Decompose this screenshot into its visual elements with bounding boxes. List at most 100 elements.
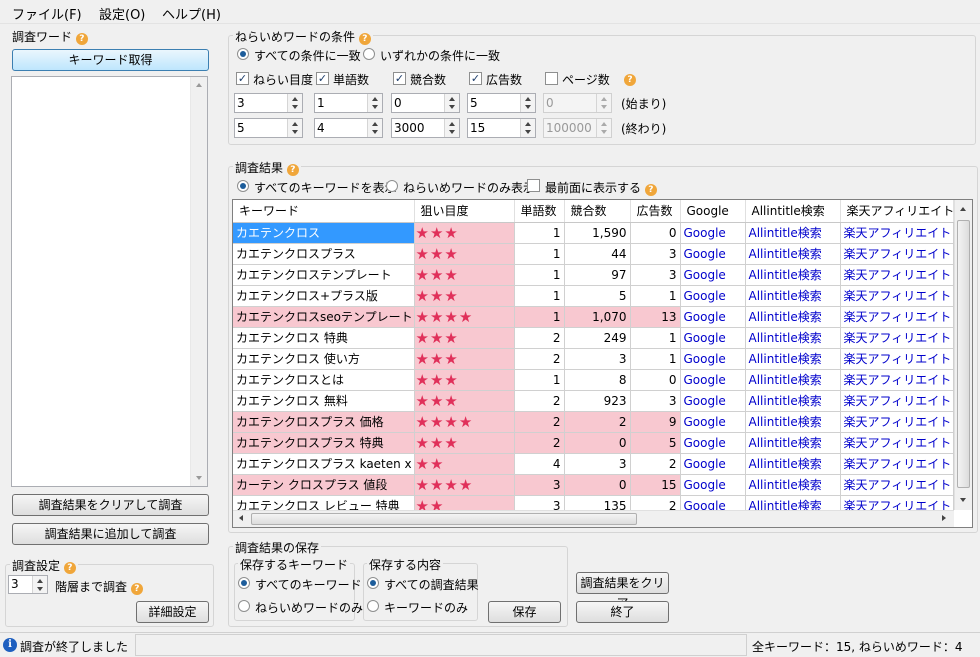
rakuten-link[interactable]: 楽天アフィリエイト xyxy=(840,411,954,433)
save-all-results-radio[interactable] xyxy=(367,577,379,589)
search-words-list[interactable] xyxy=(11,76,208,487)
ads-checkbox[interactable]: ✓ xyxy=(469,72,482,85)
rakuten-link[interactable]: 楽天アフィリエイト xyxy=(840,453,954,475)
allintitle-link[interactable]: Allintitle検索 xyxy=(745,369,841,391)
show-all-radio[interactable] xyxy=(237,180,249,192)
google-link[interactable]: Google xyxy=(680,369,746,391)
save-button[interactable]: 保存 xyxy=(488,601,561,623)
table-row[interactable]: カエテンクロステンプレート ★★★ 1 97 3 Google Allintitle検索 楽天… xyxy=(233,264,954,286)
topmost-checkbox[interactable] xyxy=(527,179,540,192)
rakuten-link[interactable]: 楽天アフィリエイト xyxy=(840,369,954,391)
allintitle-link[interactable]: Allintitle検索 xyxy=(745,390,841,412)
show-target-radio[interactable] xyxy=(386,180,398,192)
detail-settings-button[interactable]: 詳細設定 xyxy=(136,601,209,623)
rakuten-link[interactable]: 楽天アフィリエイト xyxy=(840,285,954,307)
scroll-up-icon[interactable] xyxy=(196,83,202,87)
table-row[interactable]: カエテンクロスとは ★★★ 1 8 0 Google Allintitle検索 楽天アフィリエ… xyxy=(233,369,954,391)
col-ads[interactable]: 広告数 xyxy=(630,200,681,223)
rakuten-link[interactable]: 楽天アフィリエイト xyxy=(840,327,954,349)
menu-file[interactable]: ファイル(F) xyxy=(12,4,82,23)
competitor-start-stepper[interactable]: 0 xyxy=(391,93,460,113)
table-row[interactable]: カエテンクロス 無料 ★★★ 2 923 3 Google Allintitle検索 楽天アフ… xyxy=(233,390,954,412)
exit-button[interactable]: 終了 xyxy=(576,601,669,623)
col-words[interactable]: 単語数 xyxy=(514,200,565,223)
add-and-search-button[interactable]: 調査結果に追加して調査 xyxy=(12,523,209,545)
match-any-radio[interactable] xyxy=(363,48,375,60)
col-keyword[interactable]: キーワード xyxy=(233,200,415,223)
google-link[interactable]: Google xyxy=(680,453,746,475)
google-link[interactable]: Google xyxy=(680,390,746,412)
table-vertical-scrollbar[interactable] xyxy=(954,200,972,510)
allintitle-link[interactable]: Allintitle検索 xyxy=(745,285,841,307)
table-row[interactable]: カエテンクロス 使い方 ★★★ 2 3 1 Google Allintitle検索 楽天アフィ… xyxy=(233,348,954,370)
allintitle-link[interactable]: Allintitle検索 xyxy=(745,432,841,454)
save-target-keywords-radio[interactable] xyxy=(238,600,250,612)
match-all-radio[interactable] xyxy=(237,48,249,60)
allintitle-link[interactable]: Allintitle検索 xyxy=(745,474,841,496)
aim-degree-checkbox[interactable]: ✓ xyxy=(236,72,249,85)
vertical-scroll-thumb[interactable] xyxy=(957,220,970,488)
allintitle-link[interactable]: Allintitle検索 xyxy=(745,327,841,349)
allintitle-link[interactable]: Allintitle検索 xyxy=(745,348,841,370)
rakuten-link[interactable]: 楽天アフィリエイト xyxy=(840,432,954,454)
horizontal-scroll-thumb[interactable] xyxy=(251,513,637,525)
allintitle-link[interactable]: Allintitle検索 xyxy=(745,243,841,265)
menu-help[interactable]: ヘルプ(H) xyxy=(162,4,221,23)
google-link[interactable]: Google xyxy=(680,327,746,349)
get-keywords-button[interactable]: キーワード取得 xyxy=(12,49,209,71)
table-row[interactable]: カエテンクロスプラス 特典 ★★★ 2 0 5 Google Allintitle検索 楽天ア… xyxy=(233,432,954,454)
rakuten-link[interactable]: 楽天アフィリエイト xyxy=(840,348,954,370)
help-icon[interactable]: ? xyxy=(130,583,143,595)
table-row[interactable]: カエテンクロスプラス kaeten x plus★★432GoogleAllin… xyxy=(233,453,954,475)
allintitle-link[interactable]: Allintitle検索 xyxy=(745,264,841,286)
help-icon[interactable]: ? xyxy=(75,33,88,45)
scroll-right-icon[interactable] xyxy=(942,515,946,521)
google-link[interactable]: Google xyxy=(680,474,746,496)
competitor-end-stepper[interactable]: 3000 xyxy=(391,118,460,138)
table-row[interactable]: カエテンクロスseoテンプレート ★★★★ 1 1,070 13 Google Allint… xyxy=(233,306,954,328)
depth-stepper[interactable]: 3 xyxy=(8,575,48,594)
table-row[interactable]: カエテンクロス 特典 ★★★ 2 249 1 Google Allintitle検索 楽天アフ… xyxy=(233,327,954,349)
rakuten-link[interactable]: 楽天アフィリエイト xyxy=(840,306,954,328)
save-keywords-only-radio[interactable] xyxy=(367,600,379,612)
rakuten-link[interactable]: 楽天アフィリエイト xyxy=(840,474,954,496)
aim-degree-start-stepper[interactable]: 3 xyxy=(234,93,303,113)
word-count-checkbox[interactable]: ✓ xyxy=(316,72,329,85)
clear-and-search-button[interactable]: 調査結果をクリアして調査 xyxy=(12,494,209,516)
google-link[interactable]: Google xyxy=(680,243,746,265)
help-icon[interactable]: ? xyxy=(63,562,76,574)
scroll-left-icon[interactable] xyxy=(239,515,243,521)
menu-settings[interactable]: 設定(O) xyxy=(99,4,145,23)
pages-checkbox[interactable] xyxy=(545,72,558,85)
google-link[interactable]: Google xyxy=(680,306,746,328)
help-icon[interactable]: ? xyxy=(624,74,636,86)
allintitle-link[interactable]: Allintitle検索 xyxy=(745,306,841,328)
google-link[interactable]: Google xyxy=(680,264,746,286)
col-allintitle[interactable]: Allintitle検索 xyxy=(745,200,841,223)
google-link[interactable]: Google xyxy=(680,411,746,433)
google-link[interactable]: Google xyxy=(680,348,746,370)
table-row[interactable]: カエテンクロスプラス 価格 ★★★★ 2 2 9 Google Allintitle検索 楽天… xyxy=(233,411,954,433)
help-icon[interactable]: ? xyxy=(286,164,299,176)
table-row[interactable]: カエテンクロスプラス ★★★ 1 44 3 Google Allintitle検索 楽天アフィ… xyxy=(233,243,954,265)
col-rakuten[interactable]: 楽天アフィリエイト xyxy=(840,200,954,223)
google-link[interactable]: Google xyxy=(680,432,746,454)
table-row[interactable]: カエテンクロス+プラス版 ★★★ 1 5 1 Google Allintitle検索 楽天アフ… xyxy=(233,285,954,307)
col-google[interactable]: Google xyxy=(680,200,746,223)
rakuten-link[interactable]: 楽天アフィリエイト xyxy=(840,243,954,265)
rakuten-link[interactable]: 楽天アフィリエイト xyxy=(840,264,954,286)
table-horizontal-scrollbar[interactable] xyxy=(233,510,954,527)
help-icon[interactable]: ? xyxy=(358,33,371,45)
allintitle-link[interactable]: Allintitle検索 xyxy=(745,411,841,433)
col-aim[interactable]: 狙い目度 xyxy=(414,200,515,223)
ads-start-stepper[interactable]: 5 xyxy=(467,93,536,113)
rakuten-link[interactable]: 楽天アフィリエイト xyxy=(840,390,954,412)
word-count-end-stepper[interactable]: 4 xyxy=(314,118,383,138)
scroll-up-icon[interactable] xyxy=(960,207,966,211)
table-row[interactable]: カエテンクロス ★★★ 1 1,590 0 Google Allintitle検索 楽天アフィ… xyxy=(233,222,954,244)
col-competitors[interactable]: 競合数 xyxy=(564,200,631,223)
scroll-down-icon[interactable] xyxy=(196,476,202,480)
save-all-keywords-radio[interactable] xyxy=(238,577,250,589)
list-scrollbar[interactable] xyxy=(190,77,207,486)
competitor-checkbox[interactable]: ✓ xyxy=(393,72,406,85)
